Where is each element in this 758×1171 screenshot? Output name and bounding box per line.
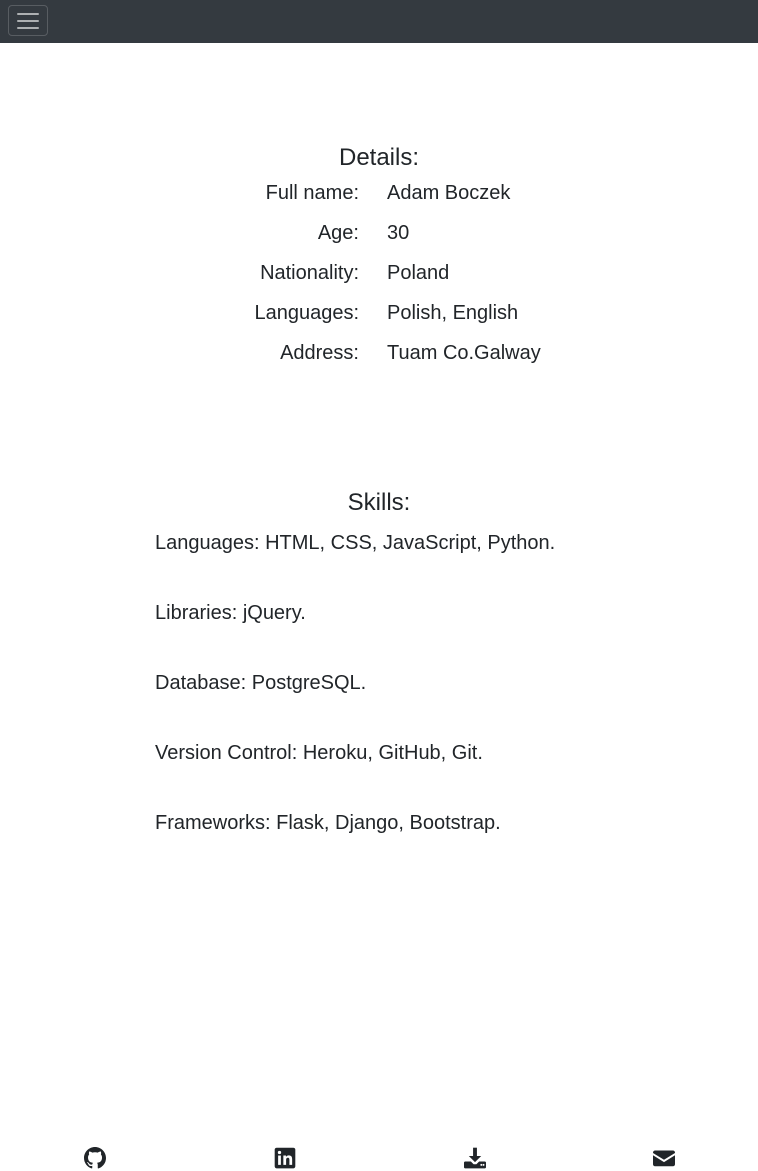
skill-languages: Languages: HTML, CSS, JavaScript, Python…	[155, 532, 556, 554]
envelope-icon	[653, 1150, 675, 1167]
navbar-toggler-button[interactable]	[8, 5, 48, 36]
detail-value: Poland	[387, 262, 450, 284]
navbar	[0, 0, 758, 43]
hamburger-icon-bar	[17, 19, 39, 22]
hamburger-icon	[17, 12, 39, 15]
detail-row-full-name: Full name: Adam Boczek	[0, 181, 758, 221]
detail-row-address: Address: Tuam Co.Galway	[0, 341, 758, 381]
detail-label: Address:	[280, 342, 359, 364]
skill-frameworks: Frameworks: Flask, Django, Bootstrap.	[155, 812, 501, 834]
email-link[interactable]	[653, 1147, 675, 1169]
detail-value: Polish, English	[387, 302, 519, 324]
detail-value: Adam Boczek	[387, 182, 511, 204]
github-link[interactable]	[84, 1147, 106, 1169]
download-icon	[464, 1147, 486, 1169]
skill-database: Database: PostgreSQL.	[155, 672, 367, 694]
detail-label: Full name:	[265, 182, 359, 204]
detail-label: Age:	[317, 222, 359, 244]
details-title: Details:	[338, 144, 420, 171]
detail-value: 30	[387, 222, 410, 244]
detail-label: Nationality:	[260, 262, 359, 284]
linkedin-icon	[274, 1147, 296, 1169]
skill-libraries: Libraries: jQuery.	[155, 602, 306, 624]
linkedin-link[interactable]	[274, 1147, 296, 1169]
download-cv-link[interactable]	[464, 1147, 486, 1169]
skill-version-control: Version Control: Heroku, GitHub, Git.	[155, 742, 483, 764]
detail-value: Tuam Co.Galway	[387, 342, 541, 364]
detail-row-nationality: Nationality: Poland	[0, 261, 758, 301]
detail-label: Languages:	[254, 302, 359, 324]
skills-title: Skills:	[347, 489, 411, 516]
github-icon	[84, 1147, 106, 1169]
detail-row-age: Age: 30	[0, 221, 758, 261]
detail-row-languages: Languages: Polish, English	[0, 301, 758, 341]
hamburger-icon-bar	[17, 26, 39, 29]
